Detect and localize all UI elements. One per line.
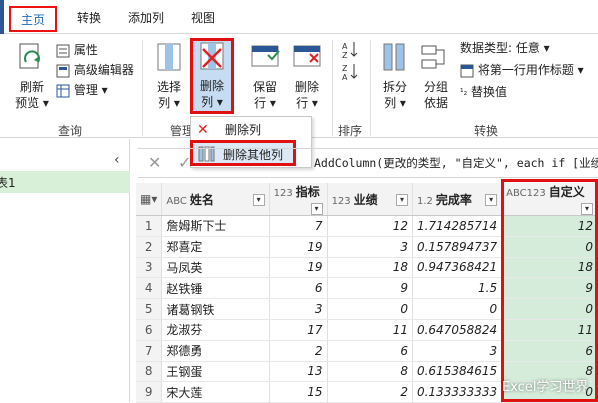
file-tab-edge[interactable]	[0, 0, 4, 34]
replace-values-button[interactable]: ¹₂ 替换值	[460, 82, 507, 102]
collapse-pane-icon[interactable]: ‹	[114, 152, 120, 168]
menu-item-delete-columns[interactable]: ✕ 删除列	[191, 119, 311, 141]
delete-rows-button[interactable]: 删除 行 ▾	[290, 40, 324, 118]
tab-home[interactable]: 主页	[9, 6, 57, 32]
delete-icon: ✕	[197, 122, 209, 138]
formula-text[interactable]: AddColumn(更改的类型, "自定义", each if [业绩	[314, 155, 598, 171]
column-header-sales[interactable]: 123 业绩 ▾	[327, 183, 413, 216]
properties-icon	[56, 44, 70, 57]
use-first-row-as-headers-button[interactable]: 将第一行用作标题 ▾	[460, 60, 584, 80]
cancel-icon[interactable]: ✕	[148, 153, 161, 172]
keep-rows-icon	[251, 45, 280, 67]
group-by-icon	[421, 45, 445, 69]
column-header-target[interactable]: 123 指标 ▾	[269, 183, 328, 216]
filter-icon[interactable]: ▾	[395, 193, 408, 206]
filter-icon[interactable]: ▾	[310, 203, 323, 215]
tab-add-column[interactable]: 添加列	[124, 6, 168, 32]
split-column-icon	[383, 43, 405, 71]
delete-columns-icon	[200, 42, 224, 70]
tab-transform[interactable]: 转换	[72, 6, 106, 32]
choose-columns-button[interactable]: 选择 列 ▾	[152, 40, 186, 118]
custom-column-highlight	[501, 179, 598, 402]
svg-text:A: A	[342, 73, 348, 82]
formula-bar: ✕ ✓ AddColumn(更改的类型, "自定义", each if [业绩	[138, 148, 598, 178]
divider	[332, 40, 333, 136]
group-sort-label: 排序	[337, 124, 362, 138]
advanced-editor-button[interactable]: 高级编辑器	[56, 60, 134, 80]
divider	[142, 40, 143, 136]
svg-text:A: A	[342, 42, 348, 51]
advanced-editor-icon	[56, 64, 70, 77]
filter-icon[interactable]: ▾	[252, 193, 265, 206]
svg-text:Z: Z	[342, 64, 348, 73]
watermark: Excel学习世界	[502, 380, 589, 395]
tab-view[interactable]: 视图	[186, 6, 220, 32]
manage-icon	[56, 84, 70, 97]
split-column-button[interactable]: 拆分 列 ▾	[378, 40, 412, 118]
replace-values-icon: ¹₂	[460, 87, 468, 98]
confirm-icon[interactable]: ✓	[178, 153, 191, 172]
sort-ascending-button[interactable]: AZ	[340, 40, 362, 63]
column-header-name[interactable]: ABC 姓名 ▾	[161, 183, 270, 216]
group-transform-label: 转换	[473, 124, 498, 138]
delete-rows-icon	[293, 45, 321, 67]
choose-columns-icon	[157, 43, 181, 71]
query-item[interactable]: 表1	[0, 171, 130, 193]
group-query-label: 查询	[57, 124, 82, 138]
sort-descending-button[interactable]: ZA	[340, 62, 362, 85]
keep-rows-button[interactable]: 保留 行 ▾	[248, 40, 282, 118]
properties-button[interactable]: 属性	[56, 40, 98, 60]
group-by-button[interactable]: 分组 依据	[418, 40, 454, 118]
refresh-preview-button[interactable]: 刷新 预览 ▾	[12, 40, 52, 120]
data-type-dropdown[interactable]: 数据类型: 任意 ▾	[460, 38, 550, 58]
filter-icon[interactable]: ▾	[485, 193, 498, 206]
refresh-icon	[19, 43, 40, 69]
delete-columns-button[interactable]: 删除 列 ▾	[190, 38, 234, 114]
divider	[370, 40, 371, 136]
sort-descending-icon: ZA	[342, 64, 358, 82]
manage-button[interactable]: 管理 ▾	[56, 80, 108, 100]
sort-ascending-icon: AZ	[342, 42, 358, 60]
column-header-rate[interactable]: 1.2 完成率 ▾	[412, 183, 503, 216]
table-header-icon	[460, 64, 474, 77]
svg-text:Z: Z	[342, 51, 348, 60]
select-all-table-icon[interactable]: ▦▾	[136, 183, 163, 216]
